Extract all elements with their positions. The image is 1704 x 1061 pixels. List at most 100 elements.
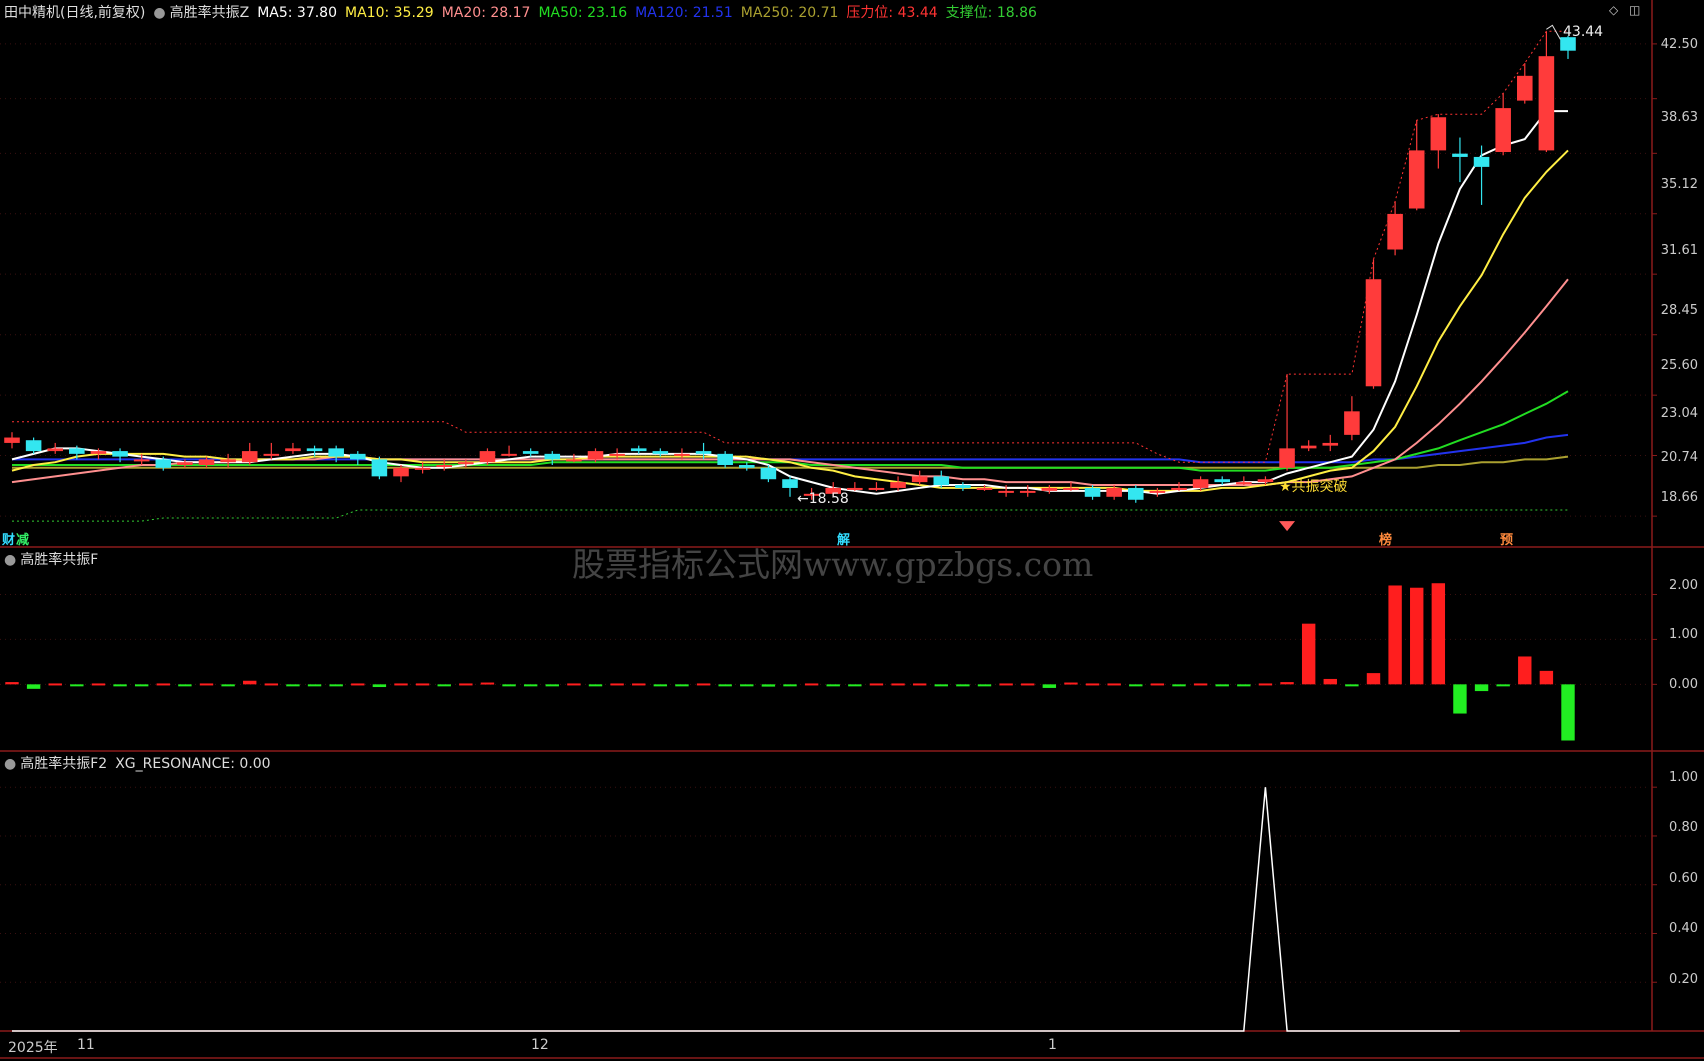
candle xyxy=(414,467,431,470)
candle xyxy=(1387,213,1403,250)
resonance-bar xyxy=(394,683,408,686)
panel3-toggle-icon[interactable]: ● xyxy=(4,756,16,772)
resonance-bar xyxy=(826,684,840,687)
resonance-bar xyxy=(156,683,170,686)
resonance-bar xyxy=(523,684,538,687)
panel3-tick: 0.40 xyxy=(1669,921,1698,936)
support-line xyxy=(12,509,1568,522)
candle xyxy=(285,448,301,452)
candle xyxy=(1149,490,1166,493)
stock-chart-window: 田中精机(日线,前复权) ● 高胜率共振Z MA5: 37.80 MA10: 35.29… xyxy=(0,0,1704,1061)
candle xyxy=(933,476,950,486)
candle xyxy=(544,453,561,460)
candle xyxy=(1279,448,1295,468)
tag-cai[interactable]: 财 xyxy=(2,529,15,548)
resonance-line xyxy=(12,787,1460,1032)
candle xyxy=(1084,487,1101,497)
tag-bang[interactable]: 榜 xyxy=(1379,529,1392,548)
candle xyxy=(306,448,323,452)
candle xyxy=(1041,487,1058,491)
candlestick-chart xyxy=(0,0,1704,1059)
ma5-line xyxy=(11,110,1568,495)
resonance-bar xyxy=(329,684,343,687)
resonance-bar xyxy=(718,684,732,687)
resonance-bar xyxy=(567,683,581,686)
candle xyxy=(177,462,193,465)
candle xyxy=(847,487,863,490)
resonance-bar xyxy=(1366,673,1381,685)
resonance-bar xyxy=(134,684,149,687)
tag-jian[interactable]: 减 xyxy=(16,529,29,548)
resonance-bar xyxy=(415,683,430,686)
panel2-toggle-icon[interactable]: ● xyxy=(4,552,16,568)
candle xyxy=(998,490,1014,493)
resonance-bar xyxy=(783,684,797,687)
resonance-bar xyxy=(70,684,84,687)
panel3-title[interactable]: 高胜率共振F2 xyxy=(20,756,107,772)
resonance-bar xyxy=(264,683,279,686)
candle xyxy=(155,459,172,468)
resonance-bar xyxy=(307,684,322,687)
candle xyxy=(220,459,236,463)
resonance-bar xyxy=(91,683,106,686)
candle xyxy=(133,459,150,462)
resonance-bar xyxy=(1237,684,1251,687)
resonance-bar xyxy=(351,683,365,686)
resonance-bar xyxy=(632,683,646,686)
resonance-bar xyxy=(1280,682,1294,685)
resonance-bar xyxy=(243,680,257,685)
resonance-bar xyxy=(1193,683,1208,686)
resonance-bar xyxy=(761,684,776,687)
resonance-bar xyxy=(1323,678,1337,685)
candle xyxy=(349,453,366,460)
tag-yu[interactable]: 预 xyxy=(1500,529,1513,548)
resonance-bar xyxy=(1345,684,1359,687)
resonance-bar xyxy=(740,684,754,687)
resonance-bar xyxy=(1301,623,1316,685)
high-price-label: 43.44 xyxy=(1563,24,1604,40)
candle xyxy=(1127,487,1144,500)
date-month-label: 12 xyxy=(531,1037,549,1053)
resonance-bar xyxy=(1388,585,1402,685)
resonance-bar xyxy=(48,683,62,686)
signal-marker-icon xyxy=(1279,521,1296,532)
resonance-bar xyxy=(1431,583,1446,685)
resonance-bar xyxy=(912,683,927,686)
candle xyxy=(911,476,928,483)
candle xyxy=(90,451,107,454)
low-price-label: ←18.58 xyxy=(797,491,849,507)
candle xyxy=(1300,445,1317,449)
candle xyxy=(263,453,280,456)
date-month-label: 1 xyxy=(1048,1037,1057,1053)
candle xyxy=(587,451,604,460)
candle xyxy=(458,462,474,465)
resonance-bar xyxy=(1258,683,1273,686)
candle xyxy=(1257,479,1274,483)
resonance-bar xyxy=(999,683,1013,686)
resonance-bar xyxy=(588,684,603,687)
resistance-line xyxy=(12,30,1568,463)
resonance-bar xyxy=(934,684,948,687)
date-month-label: 11 xyxy=(77,1037,95,1053)
candle xyxy=(501,453,517,456)
resonance-bar xyxy=(1085,683,1100,686)
candle xyxy=(868,487,885,490)
candle xyxy=(1344,411,1360,435)
resonance-bar xyxy=(1172,684,1186,687)
resonance-bar xyxy=(1107,683,1121,686)
candle xyxy=(112,451,128,457)
panel2-title[interactable]: 高胜率共振F xyxy=(20,552,98,568)
panel3-tick: 0.80 xyxy=(1669,820,1698,835)
resonance-bar xyxy=(113,684,127,687)
candle xyxy=(1063,487,1079,490)
resonance-bar xyxy=(502,684,516,687)
candle xyxy=(652,451,669,454)
candle xyxy=(630,448,647,452)
resonance-bar xyxy=(1064,682,1078,685)
candle xyxy=(241,451,258,463)
high-pointer xyxy=(1546,24,1561,40)
resonance-bar xyxy=(1561,684,1575,741)
candle xyxy=(760,467,777,480)
resonance-bar xyxy=(1518,656,1532,685)
candle xyxy=(479,451,496,463)
